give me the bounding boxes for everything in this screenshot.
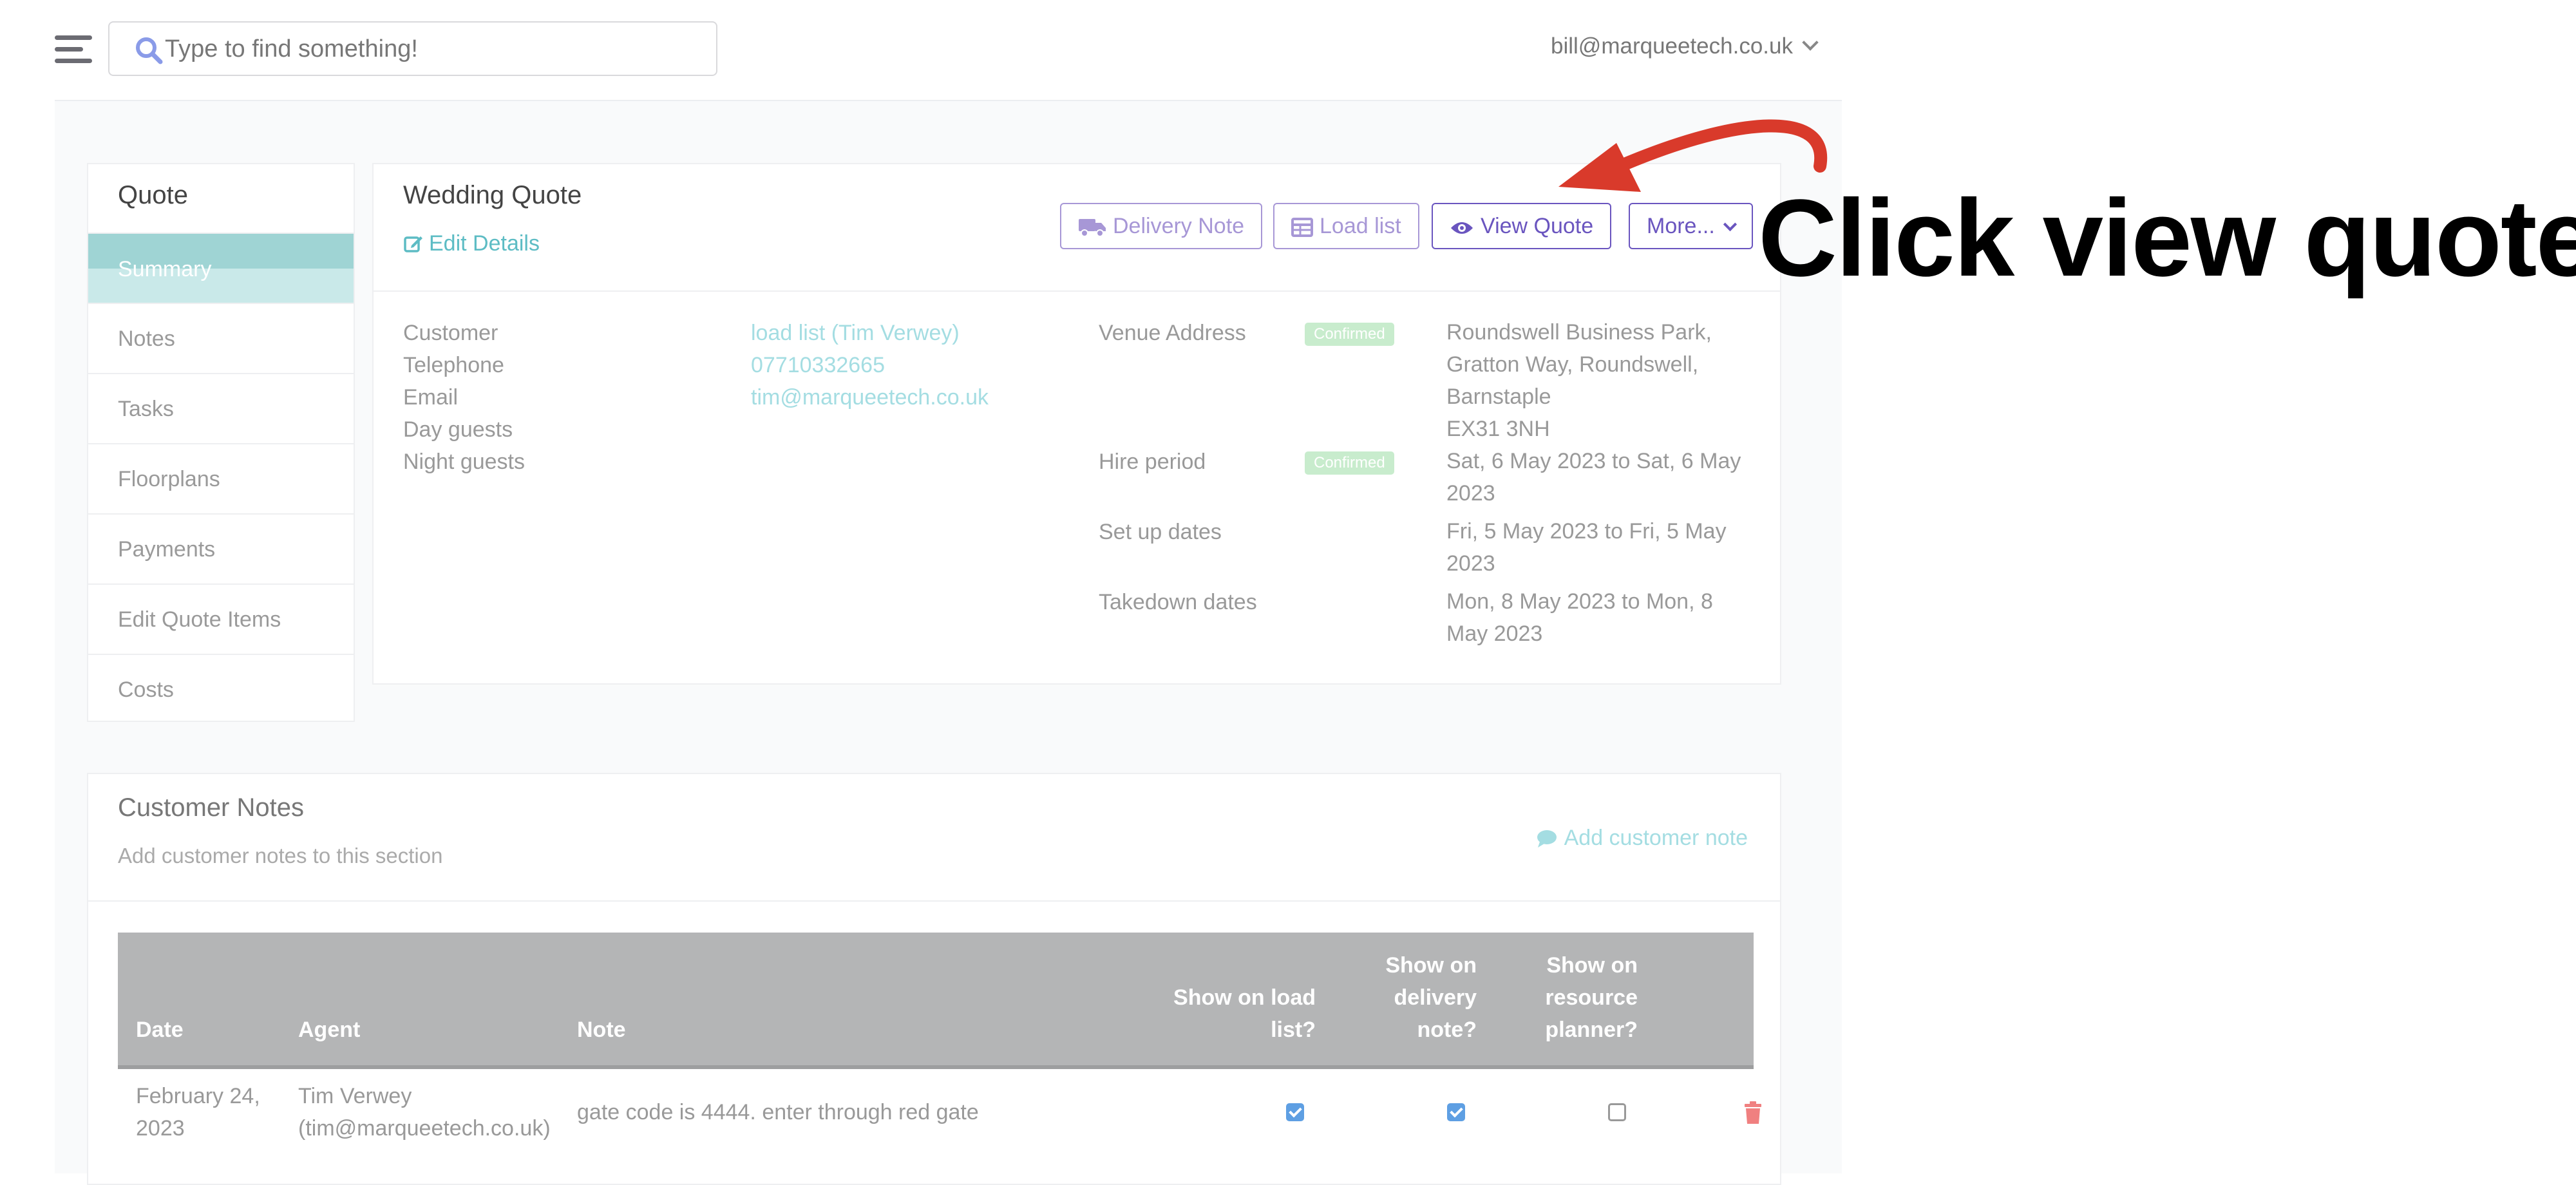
customer-notes-card: Customer Notes Add customer notes to thi…: [87, 773, 1781, 1185]
load-list-button[interactable]: Load list: [1273, 203, 1419, 249]
search-icon: [136, 37, 163, 64]
note-agent: Tim Verwey (tim@marqueetech.co.uk): [298, 1084, 551, 1141]
nav-item-edit-quote-items[interactable]: Edit Quote Items: [88, 583, 354, 654]
edit-details-label: Edit Details: [429, 231, 540, 256]
column-header-note: Note: [577, 1018, 626, 1042]
customer-label: Customer: [403, 321, 498, 345]
search-input[interactable]: [164, 23, 707, 76]
nav-item-floorplans[interactable]: Floorplans: [88, 443, 354, 513]
comment-icon: [1537, 830, 1557, 848]
hire-period-value: Sat, 6 May 2023 to Sat, 6 May 2023: [1446, 449, 1741, 506]
table-icon: [1291, 218, 1313, 237]
customer-link[interactable]: load list (Tim Verwey): [751, 321, 960, 346]
user-menu[interactable]: bill@marqueetech.co.uk: [1551, 33, 1819, 59]
quote-summary-card: Wedding Quote Edit Details Delivery Note…: [372, 163, 1781, 685]
main-content: Quote Summary Notes Tasks Floorplans Pay…: [55, 100, 1842, 1185]
email-link[interactable]: tim@marqueetech.co.uk: [751, 385, 989, 410]
show-on-load-list-checkbox[interactable]: [1286, 1103, 1304, 1121]
search-box[interactable]: [108, 21, 717, 76]
setup-dates-value: Fri, 5 May 2023 to Fri, 5 May 2023: [1446, 519, 1727, 576]
quote-title: Wedding Quote: [403, 181, 582, 209]
nav-item-tasks[interactable]: Tasks: [88, 373, 354, 443]
venue-address-value: Roundswell Business Park, Gratton Way, R…: [1446, 320, 1712, 441]
day-guests-label: Day guests: [403, 417, 513, 442]
column-header-load-list: Show on load list?: [1173, 985, 1316, 1042]
eye-icon: [1451, 222, 1473, 234]
show-on-resource-planner-checkbox[interactable]: [1608, 1103, 1626, 1121]
view-quote-button[interactable]: View Quote: [1432, 203, 1612, 249]
takedown-dates-value: Mon, 8 May 2023 to Mon, 8 May 2023: [1446, 589, 1713, 646]
side-nav-title: Quote: [118, 181, 188, 209]
more-dropdown-button[interactable]: More...: [1629, 203, 1753, 249]
setup-dates-label: Set up dates: [1099, 520, 1222, 544]
note-date: February 24, 2023: [136, 1084, 260, 1141]
hire-period-label: Hire period: [1099, 450, 1206, 474]
add-customer-note-button[interactable]: Add customer note: [1536, 826, 1748, 851]
status-badge: Confirmed: [1305, 451, 1394, 475]
telephone-label: Telephone: [403, 353, 504, 377]
edit-icon: [404, 236, 422, 252]
more-label: More...: [1647, 214, 1715, 238]
delivery-note-button[interactable]: Delivery Note: [1060, 203, 1263, 249]
note-text: gate code is 4444. enter through red gat…: [577, 1100, 979, 1124]
trash-icon[interactable]: [1743, 1101, 1763, 1124]
delivery-note-label: Delivery Note: [1113, 214, 1245, 238]
nav-item-summary[interactable]: Summary: [88, 232, 354, 303]
edit-details-link[interactable]: Edit Details: [403, 231, 540, 256]
email-label: Email: [403, 385, 459, 410]
telephone-link[interactable]: 07710332665: [751, 353, 885, 378]
takedown-dates-label: Takedown dates: [1099, 590, 1257, 614]
column-header-delivery-note: Show on delivery note?: [1385, 953, 1477, 1042]
chevron-down-icon: [1723, 217, 1737, 232]
divider: [88, 900, 1780, 902]
nav-item-payments[interactable]: Payments: [88, 513, 354, 583]
customer-notes-subtitle: Add customer notes to this section: [118, 844, 443, 867]
nav-item-notes[interactable]: Notes: [88, 303, 354, 373]
hamburger-menu-icon[interactable]: [55, 35, 92, 64]
quote-side-nav: Quote Summary Notes Tasks Floorplans Pay…: [87, 163, 355, 722]
add-customer-note-label: Add customer note: [1564, 826, 1748, 850]
top-bar: bill@marqueetech.co.uk: [0, 0, 1842, 100]
status-badge: Confirmed: [1305, 323, 1394, 346]
show-on-delivery-note-checkbox[interactable]: [1447, 1103, 1465, 1121]
view-quote-label: View Quote: [1481, 214, 1594, 238]
customer-notes-title: Customer Notes: [118, 793, 304, 822]
user-email: bill@marqueetech.co.uk: [1551, 33, 1793, 59]
column-header-date: Date: [136, 1018, 184, 1042]
night-guests-label: Night guests: [403, 450, 525, 474]
truck-icon: [1079, 219, 1106, 237]
divider: [374, 290, 1780, 292]
load-list-label: Load list: [1320, 214, 1401, 238]
column-header-resource-planner: Show on resource planner?: [1545, 953, 1638, 1042]
nav-item-costs[interactable]: Costs: [88, 654, 354, 724]
annotation-text: Click view quote: [1758, 177, 2576, 299]
column-header-agent: Agent: [298, 1018, 361, 1042]
notes-table-header: Date Agent Note Show on load list? Show …: [118, 933, 1754, 1069]
venue-address-label: Venue Address: [1099, 321, 1246, 345]
chevron-down-icon: [1802, 34, 1819, 51]
